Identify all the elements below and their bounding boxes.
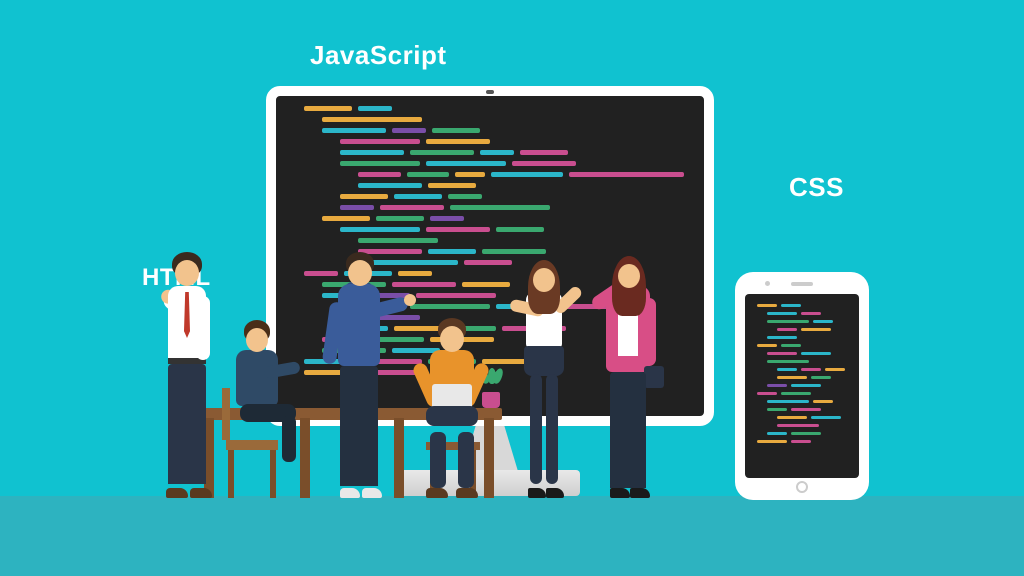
label-css: CSS — [789, 172, 844, 203]
phone-code-illustration — [757, 304, 851, 448]
person-standing-presenter — [146, 252, 228, 498]
person-seated-left — [228, 320, 298, 450]
person-woman-pink-jacket — [588, 256, 674, 498]
person-standing-hoodie — [318, 252, 402, 498]
handbag-icon — [644, 366, 664, 388]
smartphone: Smartphone showing colorful code editor — [735, 272, 869, 500]
floor — [0, 496, 1024, 576]
label-javascript: JavaScript — [310, 40, 447, 71]
person-seated-laptop — [408, 318, 496, 498]
person-woman-white-shirt — [506, 260, 586, 498]
